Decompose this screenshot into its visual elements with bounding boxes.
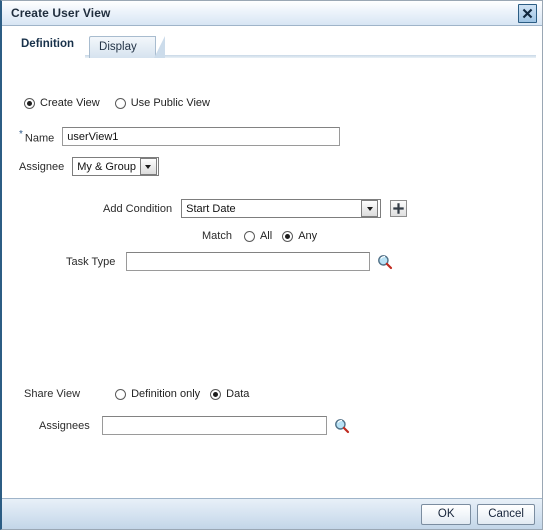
dialog-titlebar: Create User View [2, 1, 542, 26]
radio-definition-only-label[interactable]: Definition only [131, 388, 200, 400]
radio-match-any[interactable] [282, 230, 294, 242]
assignee-label: Assignee [19, 160, 65, 173]
match-row: Match All Any [202, 230, 327, 242]
dialog-title: Create User View [11, 6, 111, 20]
radio-definition-only[interactable] [115, 388, 127, 400]
tab-display-label: Display [99, 41, 137, 53]
assignee-select-value: My & Group [77, 160, 136, 173]
assignees-label: Assignees [39, 419, 90, 432]
assignees-search-button[interactable] [334, 418, 350, 434]
tab-definition-label: Definition [21, 38, 75, 50]
close-icon [522, 8, 533, 19]
radio-data[interactable] [210, 388, 222, 400]
radio-use-public-view[interactable] [114, 97, 126, 109]
name-row: * Name [19, 127, 341, 146]
task-type-search-button[interactable] [377, 254, 393, 270]
name-label: * Name [19, 129, 54, 145]
add-condition-button[interactable] [390, 200, 408, 217]
add-condition-select[interactable]: Start Date [181, 199, 382, 218]
chevron-down-icon [361, 200, 379, 217]
plus-icon [393, 203, 404, 214]
name-input[interactable] [62, 127, 341, 146]
task-type-label: Task Type [66, 255, 116, 268]
tab-display[interactable]: Display [89, 36, 165, 58]
create-user-view-dialog: Create User View Definition Display Crea… [0, 0, 543, 530]
task-type-input[interactable] [126, 252, 371, 271]
task-type-row: Task Type [66, 252, 393, 271]
name-label-text: Name [24, 132, 55, 145]
assignee-row: Assignee My & Group [19, 157, 160, 176]
radio-create-view[interactable] [24, 97, 35, 109]
share-view-row: Share View Definition only Data [24, 388, 259, 400]
assignees-row: Assignees [39, 416, 350, 435]
dialog-footer: OK Cancel [2, 498, 542, 529]
search-icon [378, 254, 393, 269]
radio-match-any-label[interactable]: Any [298, 230, 317, 242]
tab-definition[interactable]: Definition [12, 34, 86, 58]
add-condition-row: Add Condition Start Date [103, 199, 408, 218]
required-marker: * [19, 128, 23, 140]
radio-match-all-label[interactable]: All [260, 230, 272, 242]
radio-match-all[interactable] [243, 230, 255, 242]
view-mode-radio-group: Create View Use Public View [24, 97, 220, 109]
search-icon [334, 418, 349, 433]
add-condition-label: Add Condition [103, 202, 173, 215]
radio-use-public-view-label[interactable]: Use Public View [131, 97, 210, 109]
chevron-down-icon [139, 158, 157, 175]
match-label: Match [202, 230, 232, 242]
cancel-button[interactable]: Cancel [477, 503, 535, 525]
ok-button[interactable]: OK [421, 503, 472, 525]
close-button[interactable] [518, 4, 537, 23]
assignees-input[interactable] [101, 416, 327, 435]
add-condition-select-value: Start Date [186, 202, 236, 215]
radio-create-view-label[interactable]: Create View [40, 97, 100, 109]
tab-bar: Definition Display [2, 32, 542, 58]
share-view-label: Share View [24, 388, 81, 400]
radio-data-label[interactable]: Data [226, 388, 249, 400]
assignee-select[interactable]: My & Group [72, 157, 160, 176]
dialog-content: Create View Use Public View *Name Assign… [2, 58, 542, 498]
